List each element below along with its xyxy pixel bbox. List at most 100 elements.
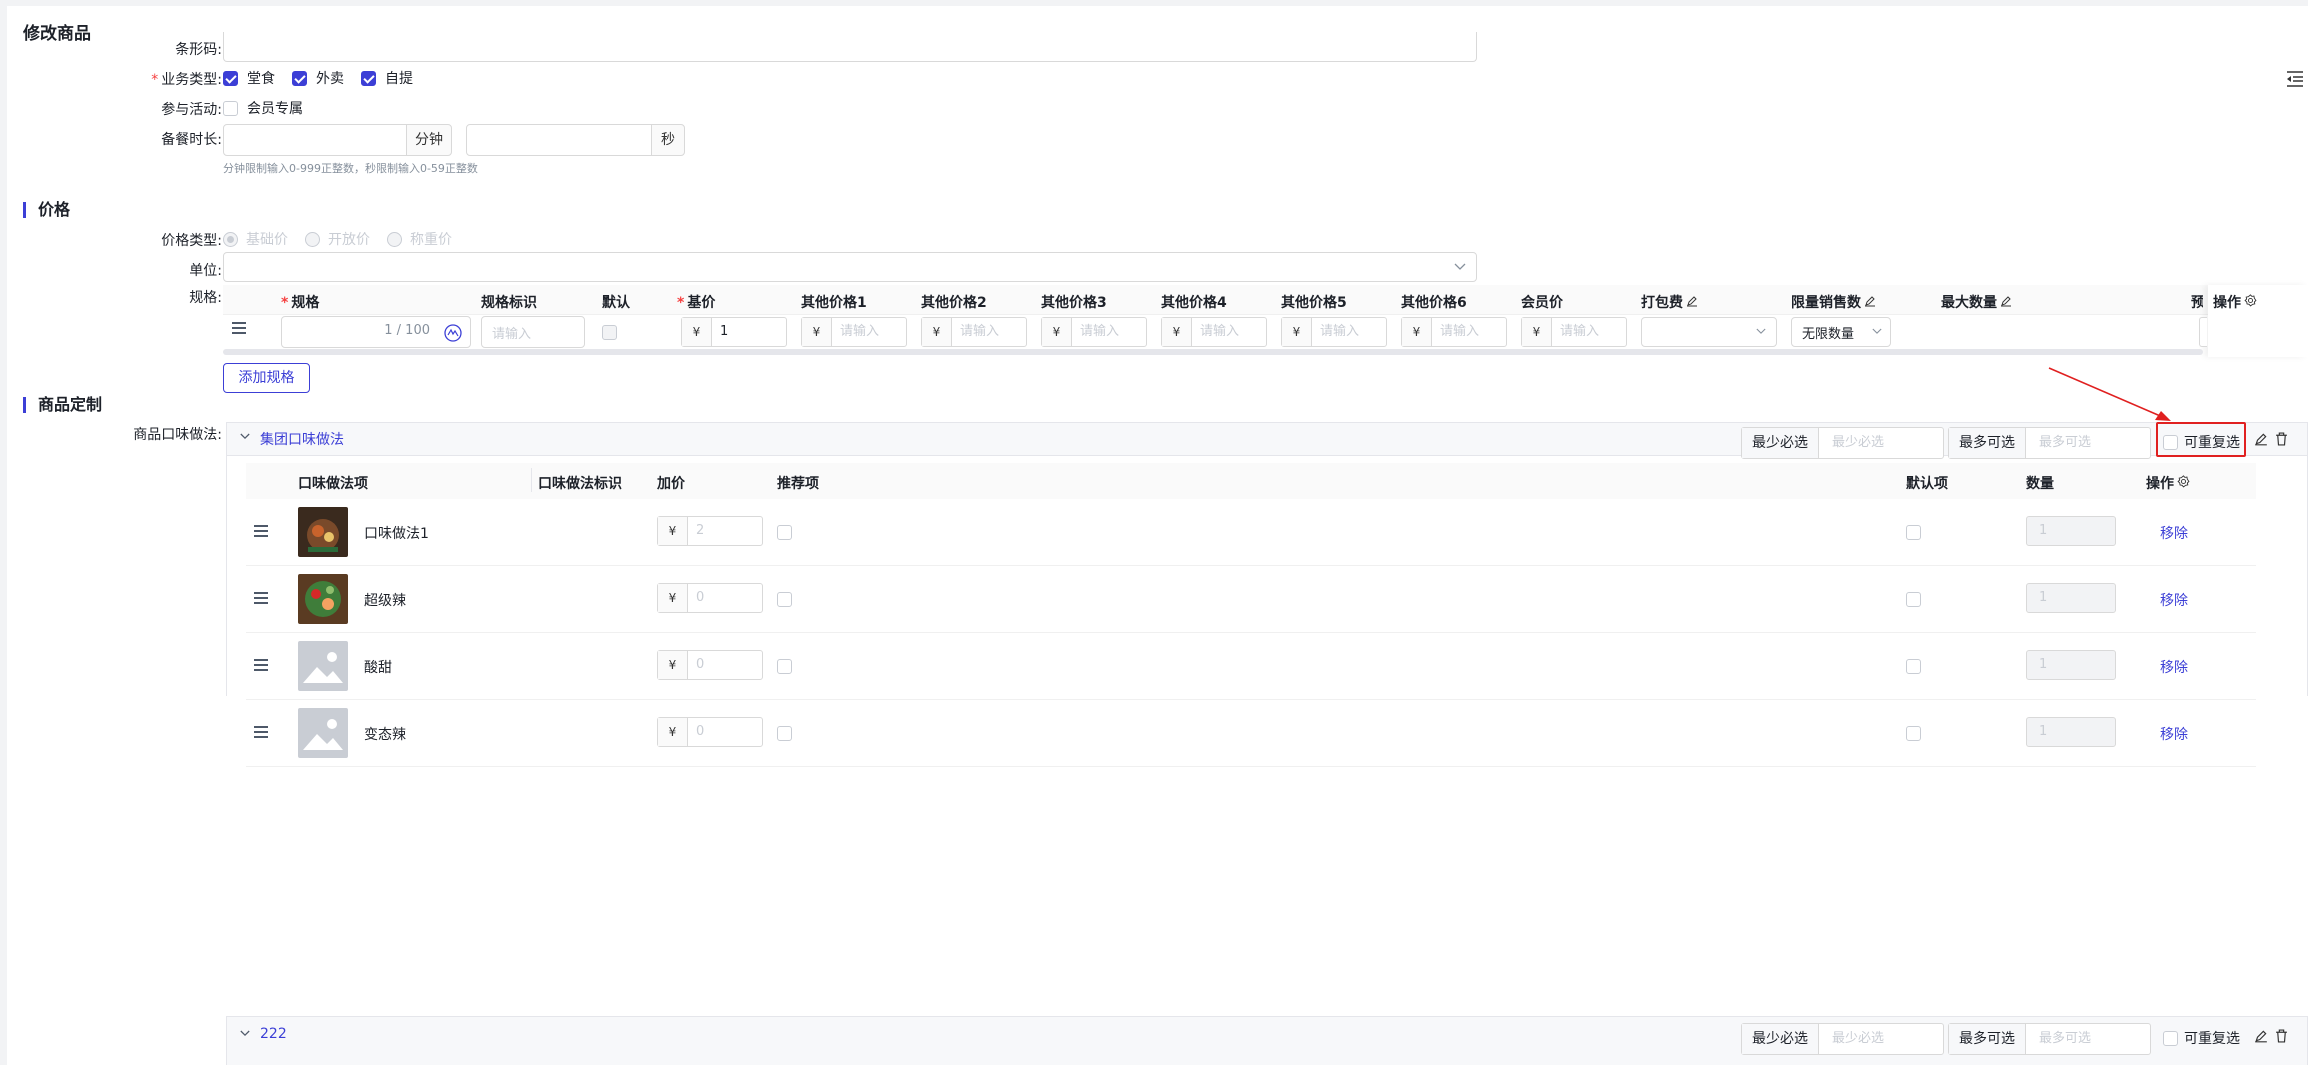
chevron-down-icon[interactable]	[240, 433, 250, 440]
biz-type-label: * 业务类型:	[151, 72, 222, 88]
base-price-input[interactable]: ¥1	[681, 317, 787, 347]
remove-link[interactable]: 移除	[2160, 590, 2188, 610]
other-price-6-input[interactable]: ¥ 请输入	[1401, 317, 1507, 347]
spec-header-truncated: 预	[2191, 295, 2203, 311]
price-type-open-label: 开放价	[328, 232, 370, 248]
taste-item-name: 超级辣	[364, 593, 406, 609]
row-drag-handle[interactable]	[254, 592, 268, 604]
taste-item-image	[298, 507, 348, 557]
member-only-checkbox[interactable]	[223, 101, 238, 116]
remove-link[interactable]: 移除	[2160, 657, 2188, 677]
other-price-5-input[interactable]: ¥ 请输入	[1281, 317, 1387, 347]
presale-input[interactable]	[2199, 317, 2207, 347]
other-price-3-input[interactable]: ¥ 请输入	[1041, 317, 1147, 347]
recommend-checkbox[interactable]	[777, 726, 792, 741]
default-item-checkbox[interactable]	[1906, 592, 1921, 607]
prep-seconds-input[interactable]	[466, 124, 652, 156]
recommend-checkbox[interactable]	[777, 659, 792, 674]
other-price-4-input[interactable]: ¥ 请输入	[1161, 317, 1267, 347]
spec-label: 规格:	[189, 290, 222, 306]
spec-header-ident: 规格标识	[481, 295, 537, 311]
trash-icon[interactable]	[2275, 1029, 2288, 1043]
taste-qty-input[interactable]: 1	[2026, 650, 2116, 680]
translate-icon[interactable]	[444, 324, 462, 342]
repeatable-checkbox-2[interactable]	[2163, 1031, 2178, 1046]
spec-header-other5: 其他价格5	[1281, 295, 1347, 311]
biz-dine-in-checkbox[interactable]	[223, 71, 238, 86]
taste-price-input[interactable]: ¥0	[657, 717, 763, 747]
row-drag-handle[interactable]	[254, 726, 268, 738]
taste-label: 商品口味做法:	[133, 427, 222, 443]
settings-gear-icon[interactable]	[2244, 294, 2257, 307]
min-select-field-2[interactable]: 最少必选 最少必选	[1741, 1023, 1944, 1055]
taste-item-name: 变态辣	[364, 727, 406, 743]
spec-header-base-price: * 基价	[677, 295, 716, 311]
taste-qty-input[interactable]: 1	[2026, 717, 2116, 747]
taste-header-qty: 数量	[2026, 476, 2054, 492]
row-drag-handle[interactable]	[254, 659, 268, 671]
taste-price-input[interactable]: ¥0	[657, 650, 763, 680]
spec-header-max-qty: 最大数量	[1941, 292, 2012, 312]
max-select-field-2[interactable]: 最多可选 最多可选	[1948, 1023, 2151, 1055]
spec-name-count: 1 / 100	[384, 323, 430, 338]
spec-scrollbar[interactable]	[223, 349, 2203, 355]
default-item-checkbox[interactable]	[1906, 726, 1921, 741]
spec-drag-handle[interactable]	[232, 322, 246, 334]
taste-item-name: 酸甜	[364, 660, 392, 676]
remove-link[interactable]: 移除	[2160, 724, 2188, 744]
max-select-field[interactable]: 最多可选 最多可选	[1948, 427, 2151, 459]
row-drag-handle[interactable]	[254, 525, 268, 537]
collapse-menu-icon[interactable]	[2286, 70, 2304, 88]
recommend-checkbox[interactable]	[777, 525, 792, 540]
price-type-weight-radio[interactable]	[387, 232, 402, 247]
edit-icon[interactable]	[1864, 295, 1876, 307]
unit-label: 单位:	[189, 263, 222, 279]
price-type-base-radio[interactable]	[223, 232, 238, 247]
spec-name-input[interactable]: 1 / 100	[281, 316, 471, 348]
taste-group-name[interactable]: 集团口味做法	[260, 429, 344, 449]
edit-icon[interactable]	[2254, 1029, 2268, 1043]
taste-qty-input[interactable]: 1	[2026, 583, 2116, 613]
packing-fee-select[interactable]	[1641, 317, 1777, 347]
spec-default-checkbox[interactable]	[602, 325, 617, 340]
limit-sale-select[interactable]: 无限数量	[1791, 317, 1891, 347]
default-item-checkbox[interactable]	[1906, 659, 1921, 674]
recommend-checkbox[interactable]	[777, 592, 792, 607]
spec-ident-input[interactable]: 请输入	[481, 316, 585, 348]
taste-item-image	[298, 574, 348, 624]
add-spec-button[interactable]: 添加规格	[223, 363, 310, 393]
prep-minutes-input[interactable]	[223, 124, 407, 156]
column-divider	[531, 468, 532, 492]
taste-item-image	[298, 641, 348, 691]
trash-icon[interactable]	[2275, 432, 2288, 446]
edit-icon[interactable]	[2254, 432, 2268, 446]
seconds-unit: 秒	[651, 124, 685, 156]
highlight-box	[2156, 422, 2246, 457]
prep-time-hint: 分钟限制输入0-999正整数，秒限制输入0-59正整数	[223, 162, 478, 175]
biz-takeout-checkbox[interactable]	[292, 71, 307, 86]
member-price-input[interactable]: ¥ 请输入	[1521, 317, 1627, 347]
taste-price-input[interactable]: ¥2	[657, 516, 763, 546]
taste-group-name-2[interactable]: 222	[260, 1026, 287, 1042]
minutes-unit: 分钟	[406, 124, 452, 156]
taste-price-input[interactable]: ¥0	[657, 583, 763, 613]
spec-header-other3: 其他价格3	[1041, 295, 1107, 311]
taste-qty-input[interactable]: 1	[2026, 516, 2116, 546]
edit-icon[interactable]	[1686, 295, 1698, 307]
settings-gear-icon[interactable]	[2177, 475, 2190, 488]
default-item-checkbox[interactable]	[1906, 525, 1921, 540]
price-type-open-radio[interactable]	[305, 232, 320, 247]
min-select-field[interactable]: 最少必选 最少必选	[1741, 427, 1944, 459]
chevron-down-icon[interactable]	[240, 1030, 250, 1037]
red-arrow-annotation	[2048, 367, 2171, 421]
spec-header-member-price: 会员价	[1521, 295, 1563, 311]
barcode-input[interactable]	[223, 32, 1477, 62]
unit-select[interactable]	[223, 252, 1477, 282]
other-price-2-input[interactable]: ¥ 请输入	[921, 317, 1027, 347]
edit-icon[interactable]	[2000, 295, 2012, 307]
biz-pickup-checkbox[interactable]	[361, 71, 376, 86]
taste-header-recommend: 推荐项	[777, 476, 819, 492]
taste-header-default: 默认项	[1906, 476, 1948, 492]
other-price-1-input[interactable]: ¥ 请输入	[801, 317, 907, 347]
remove-link[interactable]: 移除	[2160, 523, 2188, 543]
